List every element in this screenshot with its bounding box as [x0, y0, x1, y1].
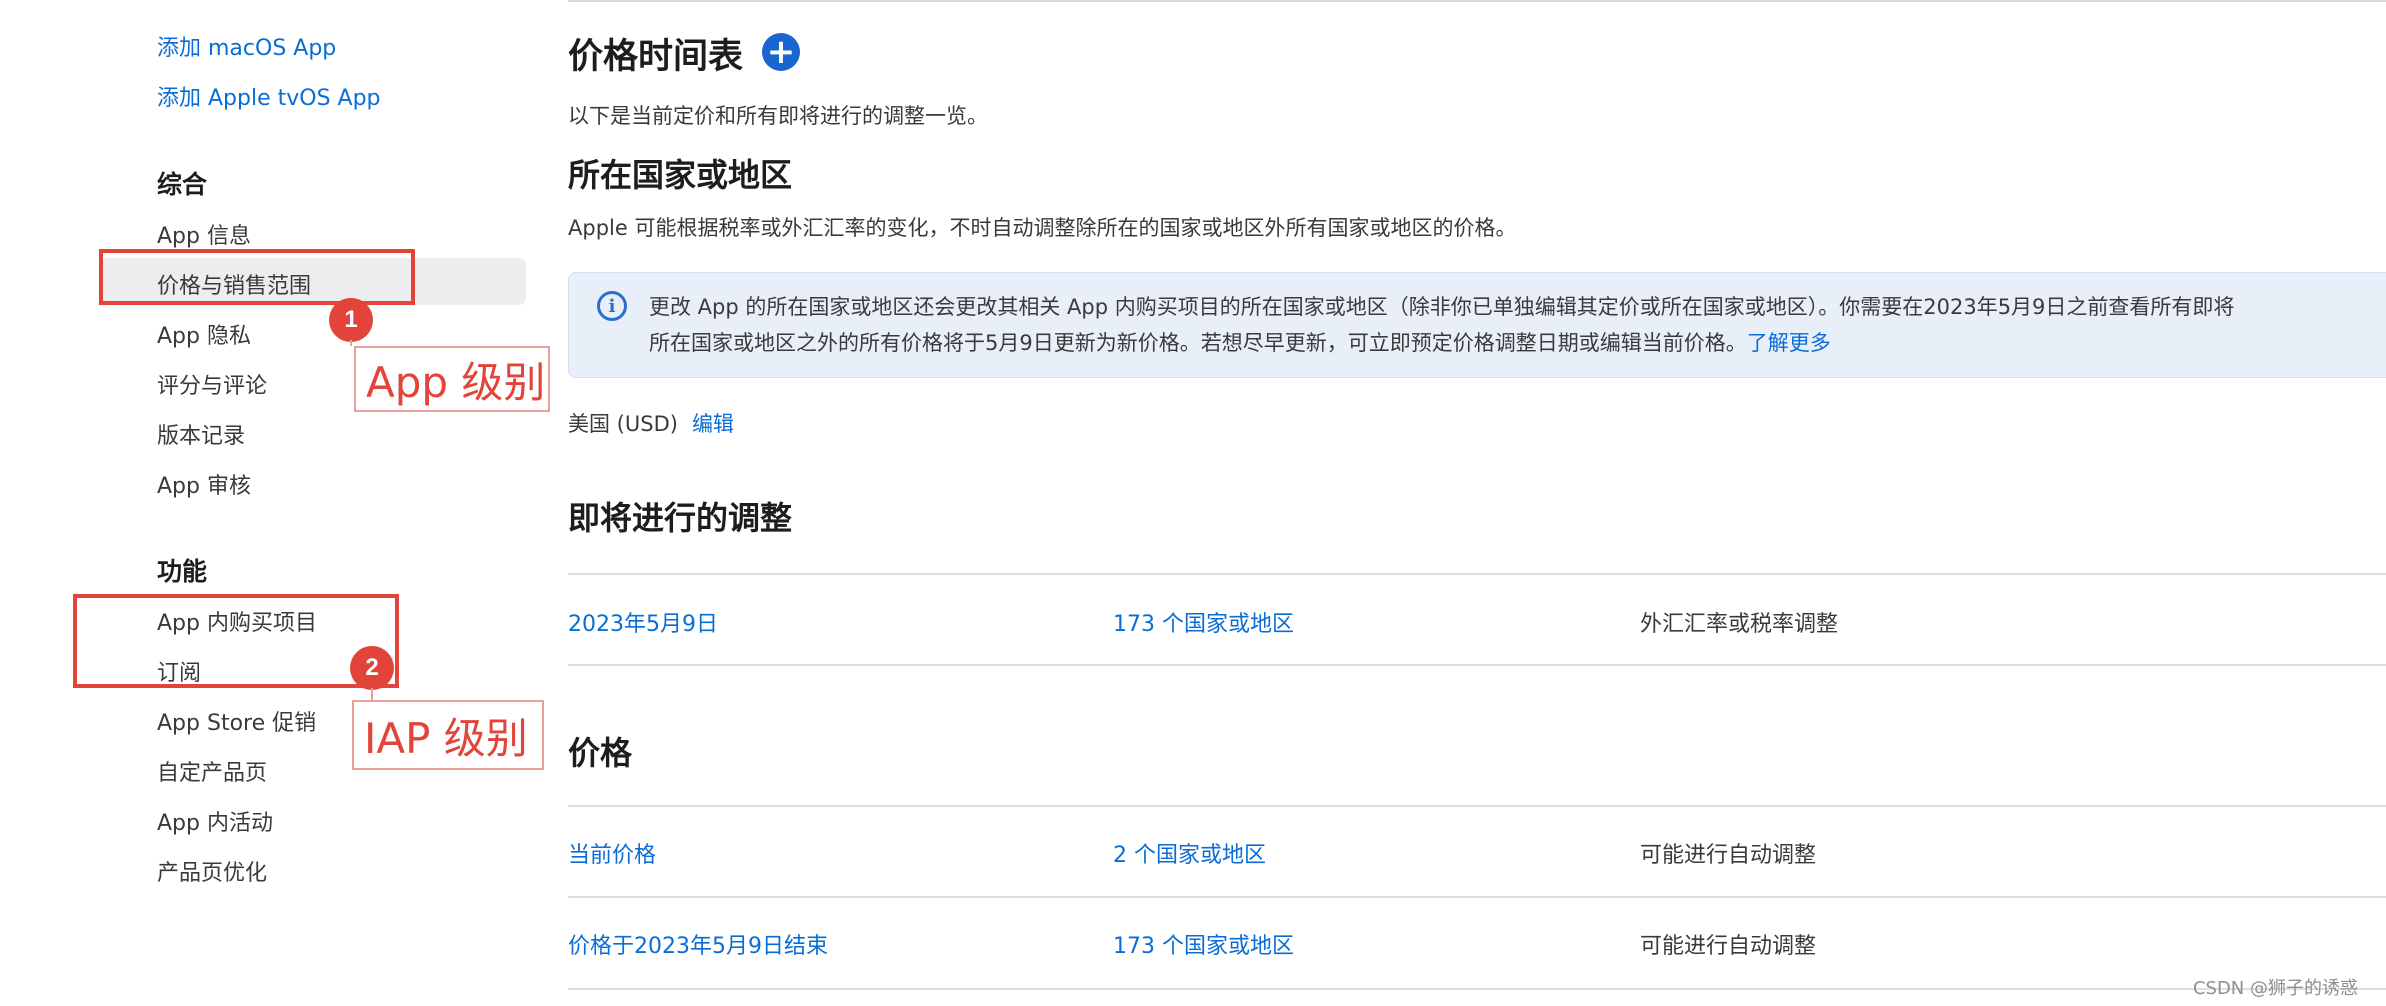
add-price-change-button[interactable]: + [762, 33, 800, 71]
pricing-schedule-title: 价格时间表 [568, 37, 744, 77]
learn-more-link[interactable]: 了解更多 [1747, 331, 1831, 355]
annotation-label-app-level: App 级别 [354, 346, 550, 412]
edit-region-link[interactable]: 编辑 [692, 412, 734, 436]
current-region-value: 美国 (USD) [568, 412, 678, 436]
price-row-ending-note: 可能进行自动调整 [1640, 934, 1817, 959]
sidebar-item-app-store-promotions[interactable]: App Store 促销 [157, 705, 316, 737]
region-section-title: 所在国家或地区 [568, 156, 793, 194]
annotation-box-app-level [99, 249, 415, 305]
price-row-ending-regions-link[interactable]: 173 个国家或地区 [1113, 928, 1294, 960]
sidebar-item-in-app-events[interactable]: App 内活动 [157, 805, 273, 837]
annotation-badge-2: 2 [350, 646, 394, 690]
annotation-connector-1 [350, 340, 352, 346]
sidebar: 添加 macOS App 添加 Apple tvOS App 综合 App 信息… [0, 0, 540, 1006]
watermark: CSDN @狮子的诱惑 [2192, 978, 2358, 999]
info-text-line-2-body: 所在国家或地区之外的所有价格将于5月9日更新为新价格。若想尽早更新，可立即预定价… [649, 331, 1747, 355]
add-tvos-app-link[interactable]: 添加 Apple tvOS App [157, 80, 381, 112]
current-region-row: 美国 (USD) 编辑 [568, 408, 734, 438]
sidebar-item-app-privacy[interactable]: App 隐私 [157, 318, 251, 350]
general-heading: 综合 [157, 170, 208, 199]
upcoming-row-date-link[interactable]: 2023年5月9日 [568, 606, 718, 638]
info-banner: i 更改 App 的所在国家或地区还会更改其相关 App 内购买项目的所在国家或… [568, 272, 2386, 378]
divider [568, 664, 2386, 666]
info-circle-icon: i [597, 291, 627, 321]
pricing-description: 以下是当前定价和所有即将进行的调整一览。 [568, 104, 988, 128]
price-row-current-link[interactable]: 当前价格 [568, 837, 656, 869]
sidebar-item-custom-product-pages[interactable]: 自定产品页 [157, 755, 267, 787]
sidebar-item-product-page-optimization[interactable]: 产品页优化 [157, 855, 267, 887]
info-text-line-2: 所在国家或地区之外的所有价格将于5月9日更新为新价格。若想尽早更新，可立即预定价… [649, 327, 1831, 357]
region-description: Apple 可能根据税率或外汇汇率的变化，不时自动调整除所在的国家或地区外所有国… [568, 216, 1517, 240]
price-row-current-note: 可能进行自动调整 [1640, 843, 1817, 868]
annotation-connector-2 [371, 688, 373, 700]
divider [568, 988, 2386, 990]
prices-title: 价格 [568, 734, 633, 772]
upcoming-adjustments-title: 即将进行的调整 [568, 499, 793, 537]
plus-circle-icon: + [766, 32, 796, 72]
add-macos-app-link[interactable]: 添加 macOS App [157, 30, 336, 62]
features-heading: 功能 [157, 557, 208, 586]
annotation-label-iap-level: IAP 级别 [352, 700, 544, 770]
price-row-current-regions-link[interactable]: 2 个国家或地区 [1113, 837, 1266, 869]
sidebar-item-version-history[interactable]: 版本记录 [157, 418, 245, 450]
upcoming-row-regions-link[interactable]: 173 个国家或地区 [1113, 606, 1294, 638]
sidebar-item-ratings-reviews[interactable]: 评分与评论 [157, 368, 267, 400]
divider [568, 805, 2386, 807]
sidebar-item-app-review[interactable]: App 审核 [157, 468, 251, 500]
upcoming-row-note: 外汇汇率或税率调整 [1640, 612, 1839, 637]
info-text-line-1: 更改 App 的所在国家或地区还会更改其相关 App 内购买项目的所在国家或地区… [649, 295, 2235, 319]
divider [568, 896, 2386, 898]
sidebar-item-app-info[interactable]: App 信息 [157, 218, 251, 250]
divider [568, 573, 2386, 575]
main-content: 价格时间表 + 以下是当前定价和所有即将进行的调整一览。 所在国家或地区 App… [540, 0, 2386, 1006]
annotation-badge-1: 1 [329, 298, 373, 342]
top-divider [568, 0, 2386, 2]
price-row-ending-link[interactable]: 价格于2023年5月9日结束 [568, 928, 828, 960]
